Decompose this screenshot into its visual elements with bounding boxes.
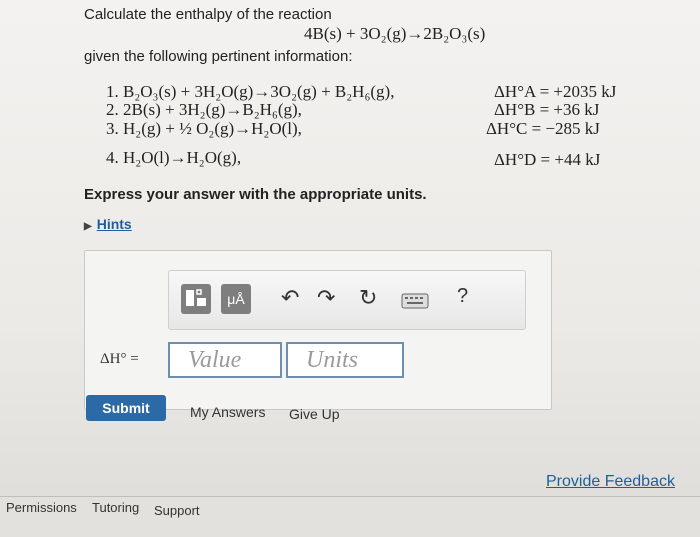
help-icon[interactable]: ? [457, 285, 468, 308]
value-input[interactable]: Value [168, 342, 282, 378]
answer-label: ΔH° = [100, 351, 139, 367]
footer-tutoring[interactable]: Tutoring [92, 500, 139, 515]
redo-icon[interactable]: ↷ [317, 285, 335, 311]
dh-d: ΔH°D = +44 kJ [494, 150, 601, 169]
units-button-label: μÅ [227, 291, 245, 307]
submit-button[interactable]: Submit [86, 395, 166, 421]
step-3: 3. H₂(g) + ½ O₂(g)→H₂O(l), [106, 119, 302, 138]
undo-icon[interactable]: ↶ [281, 285, 299, 311]
units-button[interactable]: μÅ [221, 284, 251, 314]
footer-support[interactable]: Support [154, 503, 200, 518]
give-up-link[interactable]: Give Up [289, 406, 340, 422]
templates-button[interactable] [181, 284, 211, 314]
instruction: Express your answer with the appropriate… [84, 186, 427, 203]
dh-a: ΔH°A = +2035 kJ [494, 82, 617, 101]
my-answers-link[interactable]: My Answers [190, 404, 265, 420]
footer-permissions[interactable]: Permissions [6, 500, 77, 515]
keyboard-icon[interactable] [401, 289, 429, 315]
reset-icon[interactable]: ↻ [359, 285, 377, 311]
equation-toolbar: μÅ ↶ ↷ ↻ ? [168, 270, 526, 330]
hints-label: Hints [96, 216, 132, 232]
question-intro: Calculate the enthalpy of the reaction [84, 6, 332, 23]
templates-icon [185, 288, 207, 311]
dh-c: ΔH°C = −285 kJ [486, 119, 600, 138]
dh-b: ΔH°B = +36 kJ [494, 100, 600, 119]
given-text: given the following pertinent informatio… [84, 48, 353, 65]
step-4: 4. H₂O(l)→H₂O(g), [106, 148, 242, 167]
caret-right-icon: ▶ [84, 221, 92, 232]
step-2: 2. 2B(s) + 3H₂(g)→B₂H₆(g), [106, 100, 302, 119]
provide-feedback-link[interactable]: Provide Feedback [546, 473, 675, 491]
hints-toggle[interactable]: ▶ Hints [84, 216, 132, 232]
step-1: 1. B₂O₃(s) + 3H₂O(g)→3O₂(g) + B₂H₆(g), [106, 82, 395, 101]
target-reaction: 4B(s) + 3O₂(g)→2B₂O₃(s) [304, 24, 486, 43]
units-input[interactable]: Units [286, 342, 404, 378]
